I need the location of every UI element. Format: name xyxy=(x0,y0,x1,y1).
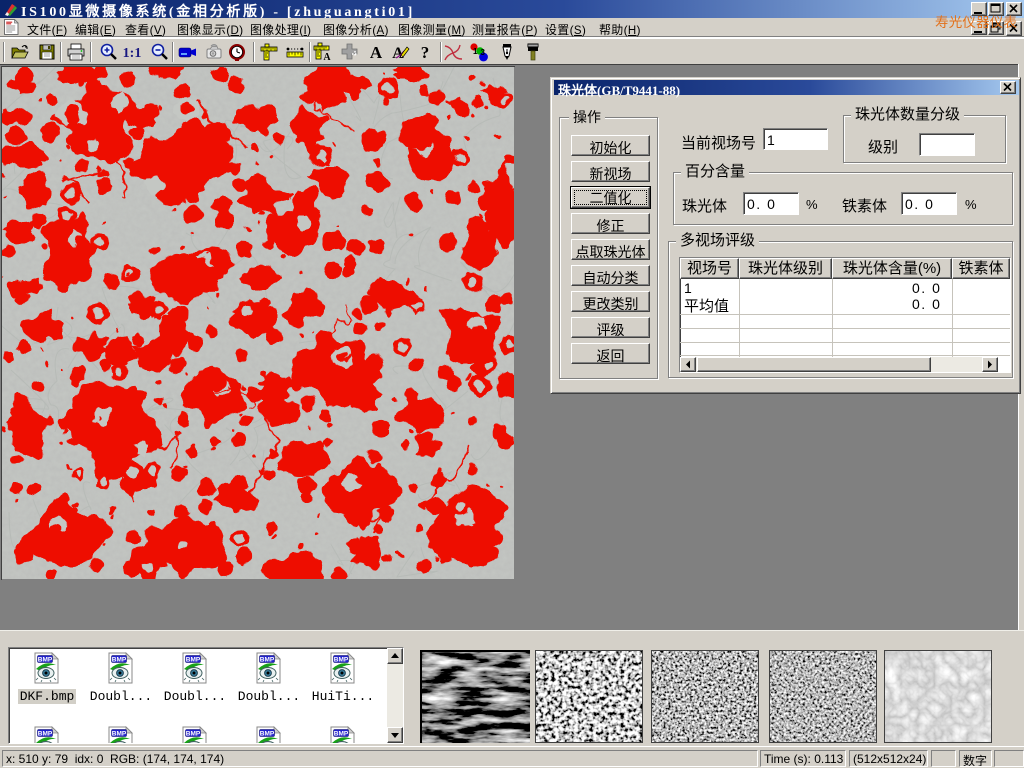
svg-text:A: A xyxy=(370,43,383,62)
svg-text:?: ? xyxy=(421,43,430,62)
svg-text:1:1: 1:1 xyxy=(123,46,142,61)
svg-text:A: A xyxy=(323,52,331,62)
svg-text:3: 3 xyxy=(481,48,486,57)
